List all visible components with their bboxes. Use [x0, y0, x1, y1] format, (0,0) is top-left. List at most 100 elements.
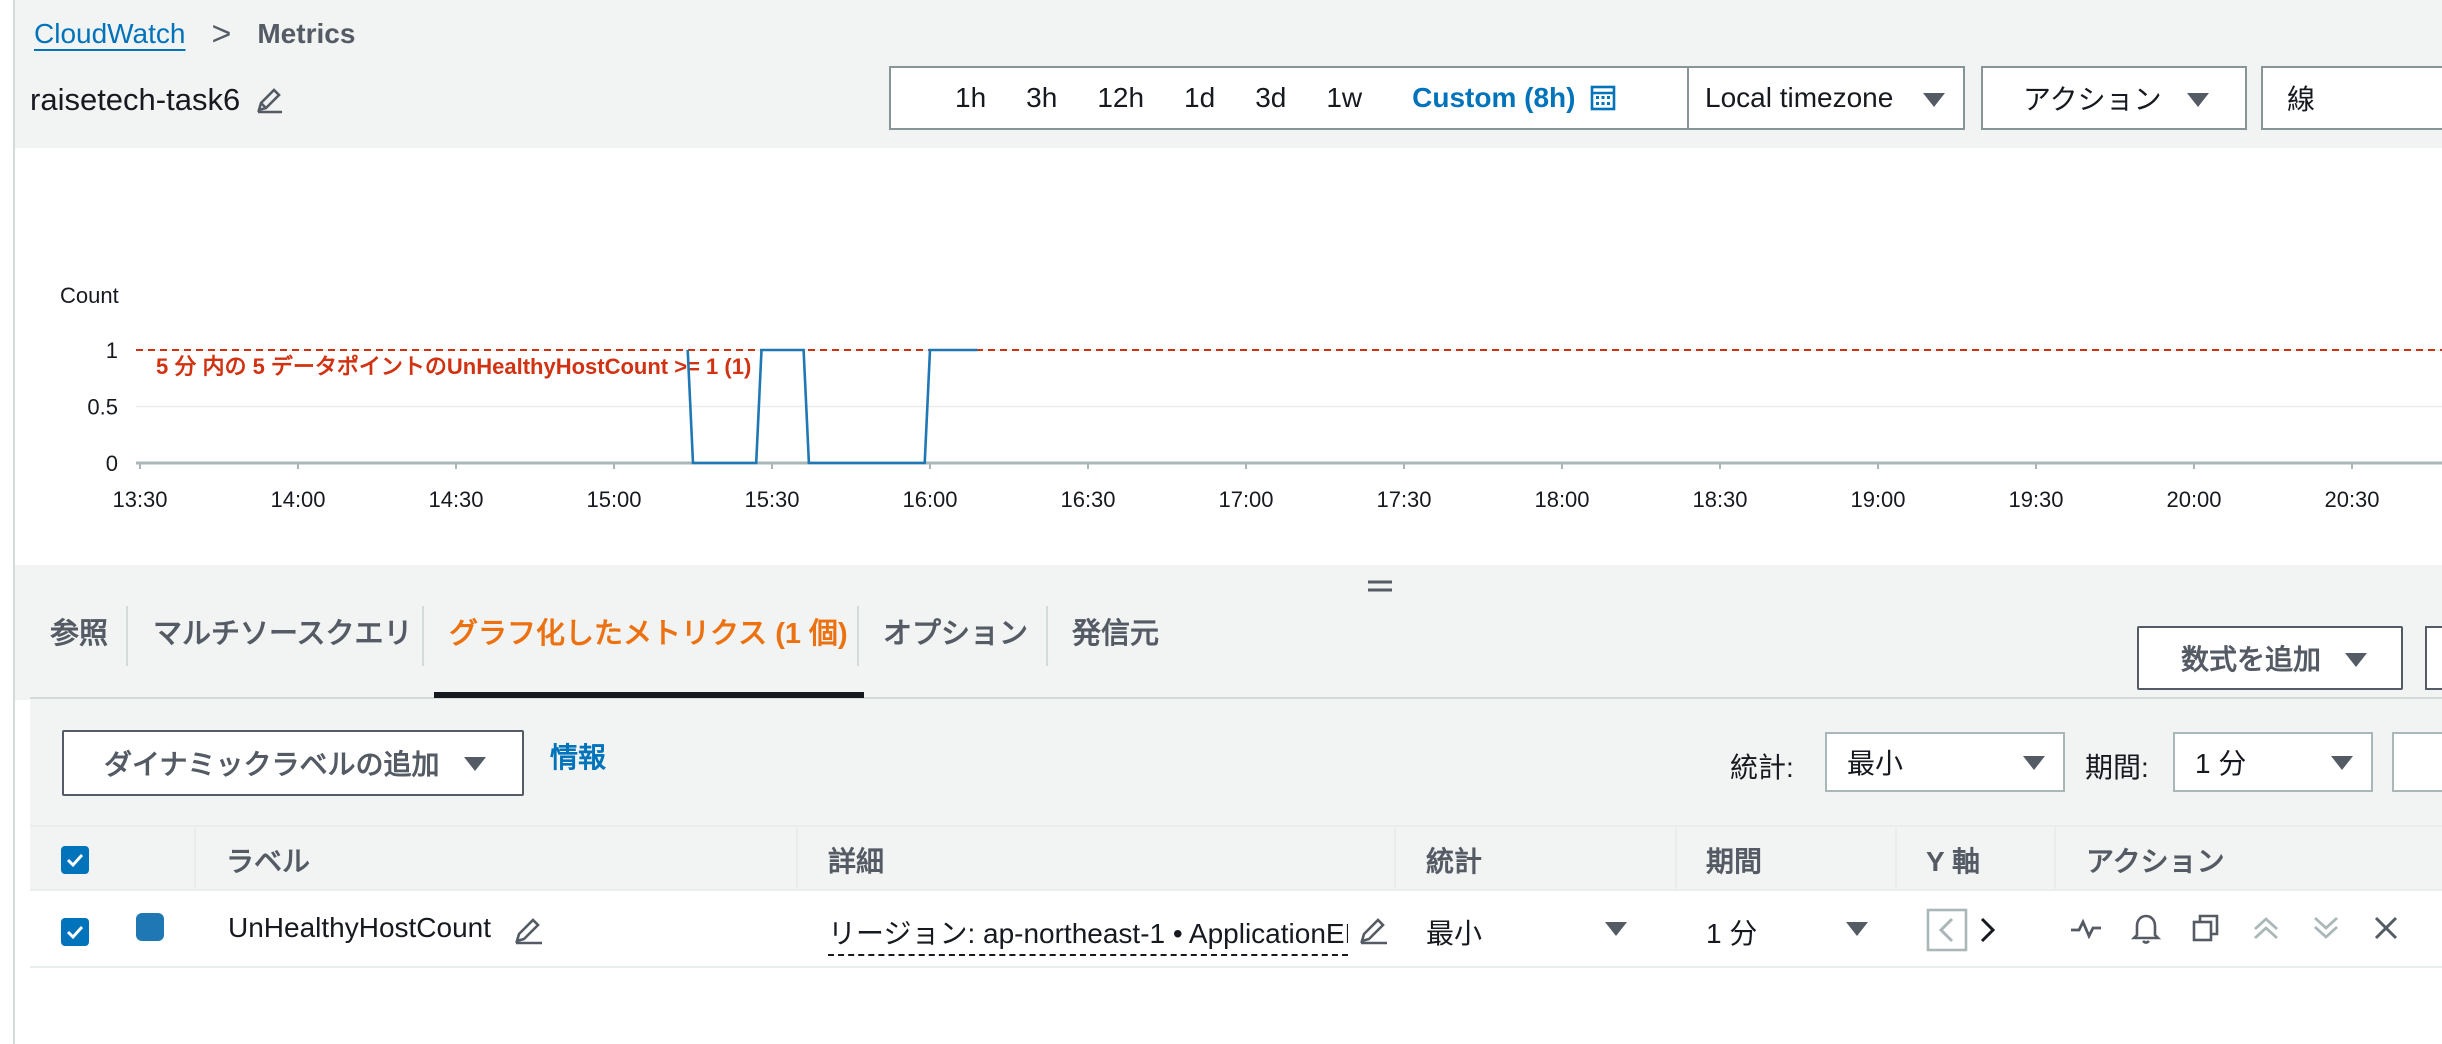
add-dynamic-label-button[interactable]: ダイナミックラベルの追加	[62, 730, 524, 796]
period-label: 期間:	[2085, 752, 2149, 783]
actions-label: アクション	[2023, 84, 2162, 115]
x-tick-label: 14:00	[270, 487, 325, 512]
tab-divider	[857, 606, 859, 666]
resize-handle-icon[interactable]	[1366, 576, 1394, 596]
row-detail[interactable]: リージョン: ap-northeast-1 • ApplicationELB	[828, 912, 1348, 956]
time-range-3h[interactable]: 3h	[1006, 82, 1077, 114]
page-title: raisetech-task6	[30, 80, 284, 120]
add-formula-button[interactable]: 数式を追加	[2137, 626, 2403, 690]
time-range-1h[interactable]: 1h	[891, 82, 1006, 114]
breadcrumb: CloudWatch > Metrics	[34, 16, 355, 52]
sparkline-icon[interactable]	[2068, 910, 2104, 946]
calendar-icon[interactable]	[1589, 84, 1617, 112]
edit-icon[interactable]	[254, 85, 284, 115]
tab-multi-source-query[interactable]: マルチソースクエリ	[153, 612, 413, 656]
edit-icon[interactable]	[1355, 912, 1391, 948]
add-dynamic-label-text: ダイナミックラベルの追加	[104, 749, 440, 780]
caret-down-icon[interactable]	[1605, 922, 1627, 936]
move-up-icon[interactable]	[2248, 910, 2284, 946]
left-border	[13, 0, 15, 1044]
add-formula-label: 数式を追加	[2181, 644, 2322, 675]
column-divider	[1895, 827, 1897, 889]
select-all-checkbox[interactable]	[61, 846, 89, 874]
stat-select-value: 最小	[1847, 748, 1904, 779]
add-query-button[interactable]	[2425, 626, 2442, 690]
x-tick-label: 16:30	[1060, 487, 1115, 512]
tab-source[interactable]: 発信元	[1072, 612, 1159, 656]
move-down-icon[interactable]	[2308, 910, 2344, 946]
caret-down-icon	[464, 757, 486, 771]
check-icon	[66, 925, 84, 940]
line-chart: Count 1 0.5 0 13:30 14:00 14:30 15:00 15:30 16:…	[60, 283, 2442, 512]
extra-select[interactable]	[2392, 732, 2442, 792]
row-statistic[interactable]: 最小	[1426, 912, 1482, 952]
column-divider	[194, 827, 196, 889]
row-label: UnHealthyHostCount	[228, 912, 492, 943]
y-tick-label: 1	[106, 338, 118, 363]
time-range-1w[interactable]: 1w	[1306, 82, 1382, 114]
period-select[interactable]: 1 分	[2173, 732, 2373, 792]
y-axis-left-button[interactable]	[1926, 908, 1970, 952]
column-divider	[796, 827, 798, 889]
tab-graphed-metrics[interactable]: グラフ化したメトリクス (1 個)	[449, 612, 848, 656]
x-tick-label: 18:30	[1692, 487, 1747, 512]
x-tick-label: 20:00	[2166, 487, 2221, 512]
y-axis-label: Count	[60, 283, 119, 308]
breadcrumb-separator-icon: >	[211, 15, 232, 53]
caret-down-icon[interactable]	[1846, 922, 1868, 936]
period-select-value: 1 分	[2195, 748, 2247, 779]
column-header-y-axis[interactable]: Y 軸	[1926, 840, 1980, 880]
edit-icon[interactable]	[510, 912, 546, 948]
column-header-period[interactable]: 期間	[1706, 840, 1762, 880]
time-range-custom[interactable]: Custom (8h)	[1382, 82, 1589, 114]
caret-down-icon	[2345, 653, 2367, 667]
graph-type-select[interactable]: 線	[2261, 66, 2442, 130]
column-header-statistic[interactable]: 統計	[1426, 840, 1482, 880]
series-color-swatch[interactable]	[136, 913, 164, 941]
info-link[interactable]: 情報	[550, 736, 606, 776]
metrics-table-header	[30, 825, 2442, 891]
column-divider	[1394, 827, 1396, 889]
x-tick-label: 19:00	[1850, 487, 1905, 512]
column-header-label[interactable]: ラベル	[226, 840, 310, 880]
time-range-1d[interactable]: 1d	[1164, 82, 1235, 114]
column-header-actions[interactable]: アクション	[2086, 840, 2225, 880]
x-tick-label: 15:00	[586, 487, 641, 512]
x-tick-label: 16:00	[902, 487, 957, 512]
x-tick-label: 13:30	[112, 487, 167, 512]
metric-graph: Count 1 0.5 0 13:30 14:00 14:30 15:00 15:30 16:…	[30, 148, 2442, 565]
x-tick-label: 14:30	[428, 487, 483, 512]
x-tick-label: 17:30	[1376, 487, 1431, 512]
time-range-selector: 1h 3h 12h 1d 3d 1w Custom (8h)	[889, 66, 1689, 130]
column-header-details[interactable]: 詳細	[828, 840, 884, 880]
copy-icon[interactable]	[2188, 910, 2224, 946]
caret-down-icon	[2187, 93, 2209, 107]
tab-divider	[126, 606, 128, 666]
x-tick-label: 18:00	[1534, 487, 1589, 512]
row-divider	[30, 966, 2442, 968]
close-icon[interactable]	[2368, 910, 2404, 946]
tab-divider	[1046, 606, 1048, 666]
row-checkbox[interactable]	[61, 918, 89, 946]
time-range-12h[interactable]: 12h	[1077, 82, 1164, 114]
tab-browse[interactable]: 参照	[50, 612, 108, 656]
tab-divider	[422, 606, 424, 666]
y-tick-label: 0	[106, 451, 118, 476]
timezone-select[interactable]: Local timezone	[1687, 66, 1965, 130]
row-period[interactable]: 1 分	[1706, 912, 1757, 952]
caret-down-icon	[1923, 93, 1945, 107]
bell-icon[interactable]	[2128, 910, 2164, 946]
y-tick-label: 0.5	[87, 395, 118, 420]
breadcrumb-current: Metrics	[257, 18, 356, 49]
breadcrumb-cloudwatch-link[interactable]: CloudWatch	[34, 18, 185, 50]
y-axis-right-button[interactable]	[1974, 908, 2004, 952]
stat-select[interactable]: 最小	[1825, 732, 2065, 792]
actions-dropdown[interactable]: アクション	[1981, 66, 2247, 130]
tab-options[interactable]: オプション	[883, 612, 1028, 656]
x-tick-label: 20:30	[2324, 487, 2379, 512]
time-range-3d[interactable]: 3d	[1235, 82, 1306, 114]
caret-down-icon	[2023, 756, 2045, 770]
column-divider	[1675, 827, 1677, 889]
x-tick-label: 17:00	[1218, 487, 1273, 512]
check-icon	[66, 853, 84, 868]
